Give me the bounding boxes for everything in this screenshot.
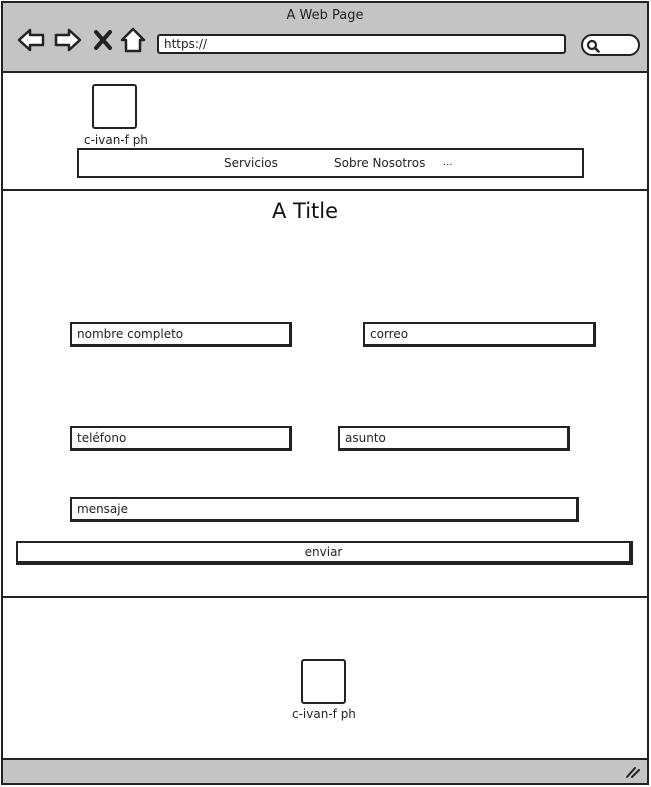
search-button[interactable] (581, 34, 640, 56)
footer-logo-image (301, 659, 346, 704)
window-title: A Web Page (286, 8, 364, 23)
nav-menu: Servicios Sobre Nosotros ... (77, 148, 584, 178)
email-field[interactable] (363, 322, 596, 347)
footer-logo-caption: c-ivan-f ph (292, 707, 356, 721)
page-title: A Title (271, 199, 339, 223)
url-input[interactable]: https:// (157, 34, 566, 54)
header-logo-image (92, 84, 137, 129)
forward-arrow-icon[interactable] (54, 27, 82, 53)
search-icon (586, 39, 600, 53)
menu-item-servicios[interactable]: Servicios (224, 156, 278, 170)
header-logo-caption: c-ivan-f ph (84, 133, 148, 147)
message-field[interactable] (70, 497, 579, 522)
send-button[interactable]: enviar (16, 541, 633, 565)
browser-toolbar: A Web Page https:// (1, 1, 649, 73)
fullname-field[interactable] (70, 322, 292, 347)
status-bar (1, 758, 649, 785)
phone-field[interactable] (70, 426, 292, 451)
menu-item-more[interactable]: ... (443, 157, 453, 168)
home-icon[interactable] (119, 27, 147, 53)
menu-item-sobre-nosotros[interactable]: Sobre Nosotros (334, 156, 425, 170)
resize-grip-icon[interactable] (625, 765, 641, 779)
main-content: A Title enviar (1, 191, 649, 598)
page-footer: c-ivan-f ph (1, 598, 649, 758)
subject-field[interactable] (338, 426, 570, 451)
back-arrow-icon[interactable] (17, 27, 45, 53)
page-header: c-ivan-f ph Servicios Sobre Nosotros ... (1, 73, 649, 191)
close-x-icon[interactable] (93, 27, 113, 53)
